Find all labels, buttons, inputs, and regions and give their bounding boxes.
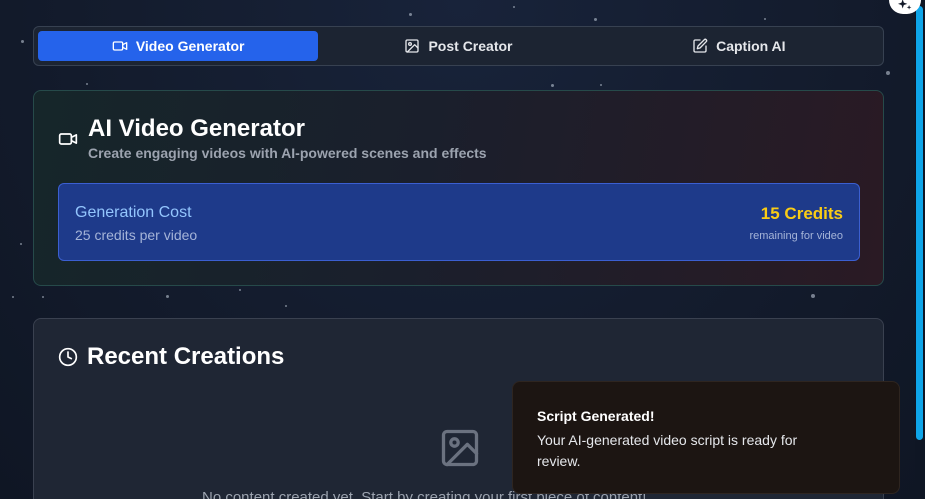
star <box>811 294 815 298</box>
tab-label: Video Generator <box>135 38 245 54</box>
star <box>764 18 766 20</box>
video-icon <box>112 41 128 51</box>
star <box>166 295 169 298</box>
video-generator-card: AI Video Generator Create engaging video… <box>33 90 884 286</box>
tab-video-generator[interactable]: Video Generator <box>38 31 319 61</box>
toast-message: Your AI-generated video script is ready … <box>537 432 798 469</box>
toast-title: Script Generated! <box>537 408 655 424</box>
star <box>42 296 44 298</box>
star <box>239 289 241 291</box>
image-icon <box>405 39 420 53</box>
edit-icon <box>693 38 708 53</box>
video-icon <box>58 133 78 145</box>
credits-count: 15 Credits <box>760 204 843 223</box>
sparkle-icon <box>898 0 912 10</box>
page-title: AI Video Generator <box>88 115 305 142</box>
page-subtitle: Create engaging videos with AI-powered s… <box>88 145 487 161</box>
tab-label: Post Creator <box>428 38 513 54</box>
tab-caption-ai[interactable]: Caption AI <box>599 31 879 61</box>
star <box>600 84 602 86</box>
image-icon <box>441 429 479 467</box>
star <box>12 296 14 298</box>
scrollbar-thumb[interactable] <box>916 6 923 440</box>
toast-notification[interactable]: Script Generated! Your AI-generated vide… <box>512 381 900 494</box>
star <box>594 18 597 21</box>
section-title: Recent Creations <box>87 343 285 370</box>
scrollbar[interactable] <box>915 0 925 499</box>
star <box>513 6 515 8</box>
tab-bar: Video Generator Post Creator Caption AI <box>33 26 884 66</box>
cost-label: Generation Cost <box>75 204 192 221</box>
clock-icon <box>58 347 78 367</box>
recent-header: Recent Creations <box>58 343 284 371</box>
star <box>551 84 554 87</box>
star <box>86 83 88 85</box>
star <box>409 13 412 16</box>
tab-post-creator[interactable]: Post Creator <box>318 31 598 61</box>
generation-cost-panel: Generation Cost 25 credits per video 15 … <box>58 183 860 261</box>
card-header: AI Video Generator Create engaging video… <box>58 115 487 161</box>
star <box>20 243 22 245</box>
star <box>886 71 890 75</box>
star <box>21 40 24 43</box>
credits-remaining-label: remaining for video <box>749 230 843 242</box>
cost-description: 25 credits per video <box>75 227 198 243</box>
star <box>285 305 287 307</box>
tab-label: Caption AI <box>716 38 786 54</box>
